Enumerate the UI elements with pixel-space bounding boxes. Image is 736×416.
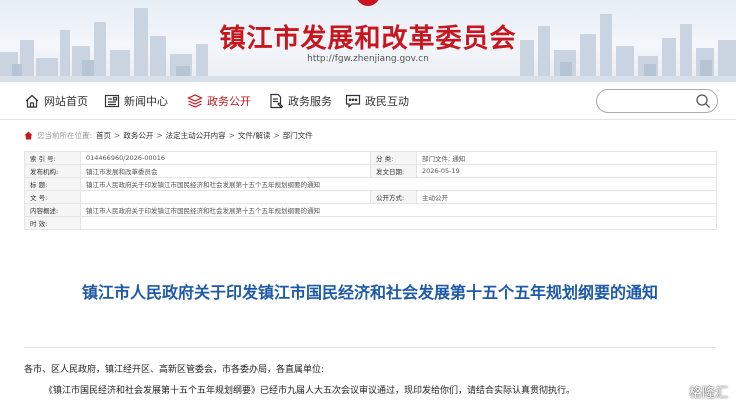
house-icon: [25, 94, 39, 108]
breadcrumb: 您当前所在位置: 首页 > 政务公开 > 法定主动公开内容 > 文件/解读 > …: [24, 128, 313, 142]
summary-label: 内容概述:: [24, 203, 81, 217]
site-url: http://fgw.zhenjiang.gov.cn: [307, 54, 429, 64]
nav-item-news[interactable]: 新闻中心: [104, 92, 168, 110]
breadcrumb-link-home[interactable]: 首页: [96, 130, 111, 141]
watermark-text: 格隆汇: [688, 386, 728, 401]
title-label: 标 题:: [24, 177, 81, 191]
summary-value: 镇江市人民政府关于印发镇江市国民经济和社会发展第十五个五年规划纲要的通知: [80, 203, 717, 217]
search-icon[interactable]: [695, 93, 711, 109]
index-no-value: 014466960/2026-00016: [80, 151, 371, 165]
issuer-value: 镇江市发展和改革委员会: [80, 164, 371, 178]
main-nav: 网站首页 新闻中心 政务公开 政务服务 政民互动: [0, 82, 736, 120]
category-value: 部门文件; 通知: [416, 151, 717, 165]
breadcrumb-link-statutory[interactable]: 法定主动公开内容: [166, 130, 226, 141]
chat-icon: [345, 94, 361, 108]
divider: [24, 347, 716, 348]
nav-item-label: 政民互动: [365, 95, 409, 108]
breadcrumb-separator: >: [228, 130, 235, 140]
layers-icon: [187, 94, 203, 108]
watermark: 格隆汇: [670, 382, 728, 401]
validity-value: [80, 216, 717, 230]
search-box: [596, 89, 718, 113]
document-salutation: 各市、区人民政府，镇江经开区、高新区管委会，市各委办局，各直属单位:: [24, 365, 325, 375]
document-pen-icon: [270, 93, 284, 109]
table-row: 发布机构: 镇江市发展和改革委员会 发文日期: 2026-05-19: [24, 164, 717, 178]
table-row: 索 引 号: 014466960/2026-00016 分 类: 部门文件; 通…: [24, 151, 717, 165]
validity-label: 时 效:: [24, 216, 81, 230]
nav-item-label: 新闻中心: [124, 95, 168, 108]
docno-value: [80, 190, 371, 204]
breadcrumb-separator: >: [114, 130, 121, 140]
search-input[interactable]: [607, 94, 693, 109]
site-banner: 镇江市发展和改革委员会 http://fgw.zhenjiang.gov.cn: [0, 0, 736, 82]
nav-item-home[interactable]: 网站首页: [24, 92, 88, 110]
nav-item-label: 网站首页: [44, 95, 88, 108]
nav-item-services[interactable]: 政务服务: [268, 92, 332, 110]
open-method-value: 主动公开: [416, 190, 717, 204]
category-label: 分 类:: [370, 151, 417, 165]
document-title: 镇江市人民政府关于印发镇江市国民经济和社会发展第十五个五年规划纲要的通知: [81, 283, 658, 302]
nav-item-open-government[interactable]: 政务公开: [187, 92, 251, 110]
table-row: 内容概述: 镇江市人民政府关于印发镇江市国民经济和社会发展第十五个五年规划纲要的…: [24, 203, 717, 217]
docno-label: 文 号:: [24, 190, 81, 204]
title-value: 镇江市人民政府关于印发镇江市国民经济和社会发展第十五个五年规划纲要的通知: [80, 177, 717, 191]
table-row: 文 号: 公开方式: 主动公开: [24, 190, 717, 204]
home-icon: [24, 130, 33, 140]
nav-item-interaction[interactable]: 政民互动: [345, 92, 409, 110]
breadcrumb-separator: >: [273, 130, 280, 140]
nav-item-label: 政务公开: [207, 95, 251, 108]
date-value: 2026-05-19: [416, 164, 717, 178]
nav-item-label: 政务服务: [288, 95, 332, 108]
table-row: 标 题: 镇江市人民政府关于印发镇江市国民经济和社会发展第十五个五年规划纲要的通…: [24, 177, 717, 191]
newspaper-icon: [104, 94, 120, 108]
breadcrumb-link-department-files[interactable]: 部门文件: [283, 130, 313, 141]
site-title: 镇江市发展和改革委员会: [219, 24, 517, 54]
open-method-label: 公开方式:: [370, 190, 417, 204]
document-paragraph: 《镇江市国民经济和社会发展第十五个五年规划纲要》已经市九届人大五次会议审议通过，…: [44, 386, 576, 396]
issuer-label: 发布机构:: [24, 164, 81, 178]
document-info-table: 索 引 号: 014466960/2026-00016 分 类: 部门文件; 通…: [24, 151, 717, 230]
breadcrumb-lead: 您当前所在位置:: [37, 130, 93, 140]
table-row: 时 效:: [24, 216, 717, 230]
breadcrumb-link-open-government[interactable]: 政务公开: [123, 130, 153, 141]
date-label: 发文日期:: [370, 164, 417, 178]
index-no-label: 索 引 号:: [24, 151, 81, 165]
breadcrumb-separator: >: [156, 130, 163, 140]
watermark-logo-icon: [670, 384, 686, 399]
breadcrumb-link-files[interactable]: 文件/解读: [238, 130, 271, 141]
